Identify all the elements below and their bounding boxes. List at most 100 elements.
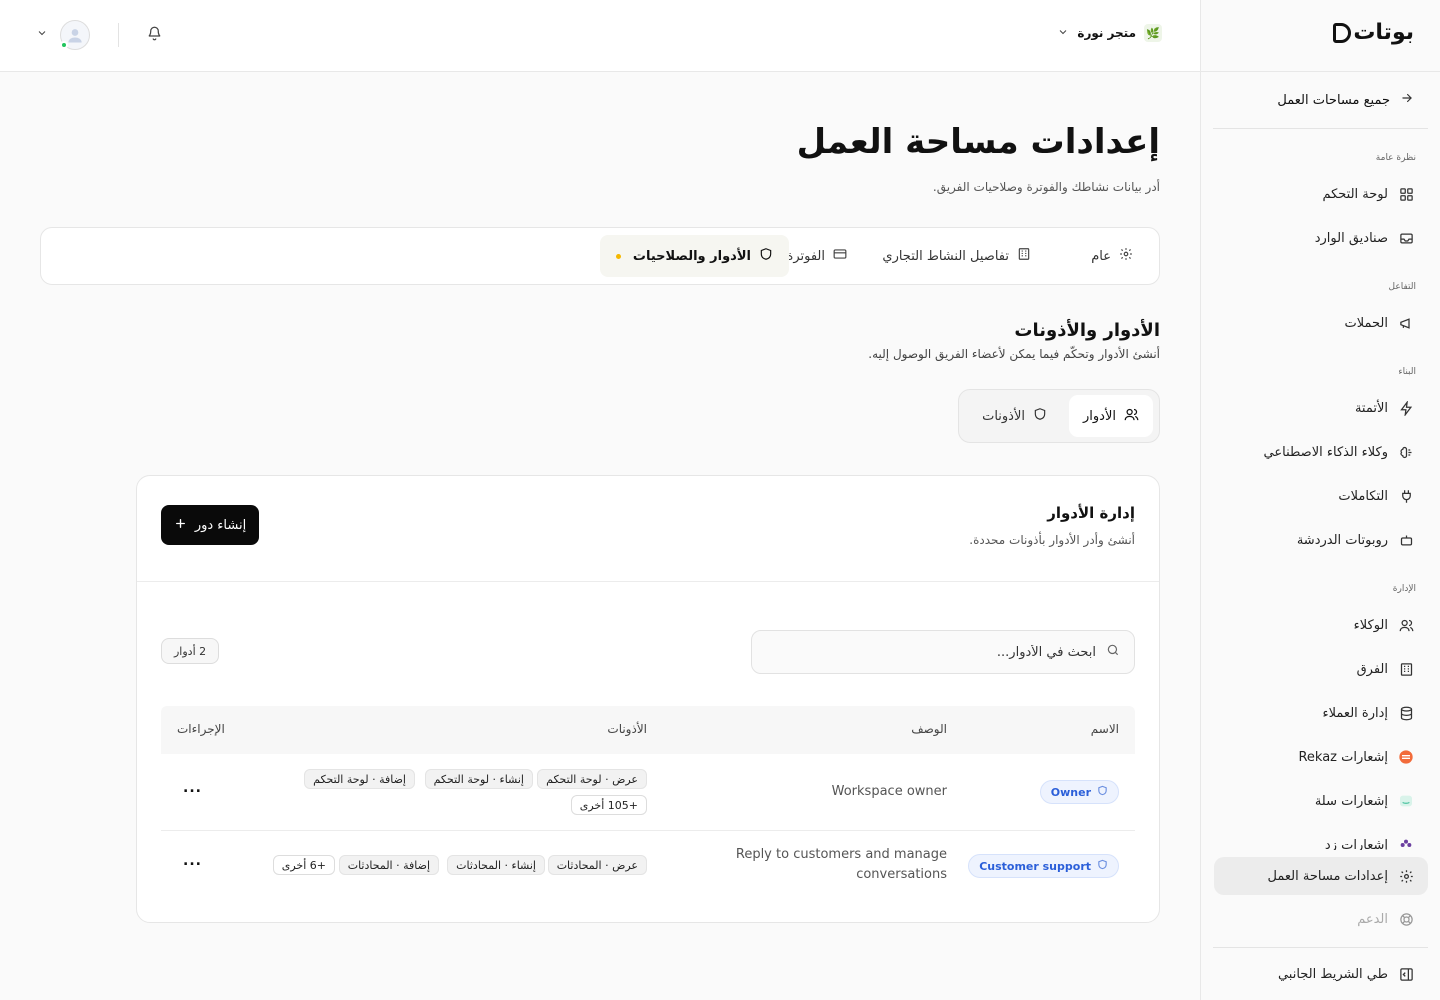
sidebar-item-label: إشعارات سلة: [1314, 793, 1388, 809]
permission-chip: عرض · لوحة التحكم: [537, 769, 647, 789]
roles-count-badge: 2 أدوار: [161, 638, 220, 664]
plus-icon: [174, 517, 187, 534]
building-icon: [1398, 661, 1414, 677]
page-subtitle: أدر بيانات نشاطك والفوترة وصلاحيات الفري…: [932, 180, 1160, 194]
sidebar-item-label: إدارة العملاء: [1322, 705, 1388, 721]
tab-label: الأدوار والصلاحيات: [632, 248, 751, 264]
more-permissions-chip[interactable]: +105 أخرى: [570, 795, 647, 815]
tab-general[interactable]: عام: [1075, 235, 1149, 277]
role-name: Owner: [1050, 785, 1091, 799]
permission-chip: إضافة · المحادثات: [338, 855, 439, 875]
sidebar-item-label: إعدادات مساحة العمل: [1267, 868, 1388, 884]
sidebar-item-label: إشعارات Rekaz: [1298, 749, 1388, 765]
sidebar-item-inboxes[interactable]: صناديق الوارد: [1214, 219, 1428, 257]
subtab-permissions[interactable]: الأذونات: [968, 395, 1061, 437]
zid-logo-icon: [1398, 837, 1414, 850]
row-actions-button[interactable]: ...: [183, 780, 202, 796]
plug-icon: [1398, 488, 1414, 504]
sidebar-item-chatbots[interactable]: روبوتات الدردشة: [1214, 521, 1428, 559]
section-engagement: التفاعل: [1388, 282, 1416, 292]
shield-icon: [1097, 785, 1108, 799]
sidebar-collapse-icon: [1398, 966, 1414, 982]
subtab-label: الأدوار: [1083, 408, 1116, 424]
bell-icon[interactable]: [147, 26, 162, 45]
role-name-badge[interactable]: Customer support: [968, 854, 1119, 878]
col-name: الاسم: [1090, 722, 1119, 736]
sidebar-item-ai-agents[interactable]: وكلاء الذكاء الاصطناعي: [1214, 433, 1428, 471]
sidebar-item-campaigns[interactable]: الحملات: [1214, 304, 1428, 342]
tab-business-details[interactable]: تفاصيل النشاط التجاري: [866, 235, 1047, 277]
role-name: Customer support: [979, 859, 1091, 873]
brain-icon: [1398, 444, 1414, 460]
all-workspaces-link[interactable]: جميع مساحات العمل: [1227, 88, 1414, 112]
search-icon: [1106, 643, 1120, 661]
subtab-roles[interactable]: الأدوار: [1069, 395, 1153, 437]
permission-chip: عرض · المحادثات: [547, 855, 647, 875]
role-name-badge[interactable]: Owner: [1039, 780, 1119, 804]
sidebar-item-label: الدعم: [1357, 911, 1388, 927]
sidebar-item-rekaz[interactable]: إشعارات Rekaz: [1214, 738, 1428, 776]
section-overview: نظرة عامة: [1375, 153, 1416, 163]
main-content: إعدادات مساحة العمل أدر بيانات نشاطك وال…: [0, 72, 1200, 1000]
sidebar-item-agents[interactable]: الوكلاء: [1214, 606, 1428, 644]
sidebar-item-label: صناديق الوارد: [1314, 230, 1388, 246]
table-row: Owner Workspace owner عرض · لوحة التحكم …: [161, 754, 1135, 831]
card-title: إدارة الأدوار: [1047, 504, 1135, 522]
create-role-button[interactable]: إنشاء دور: [161, 505, 259, 545]
sidebar-item-label: الفرق: [1356, 661, 1388, 677]
roles-table: الاسم الوصف الأذونات الإجراءات Owner Wor…: [161, 706, 1135, 901]
sidebar-item-label: الأتمتة: [1354, 400, 1388, 416]
sidebar-item-support[interactable]: الدعم: [1214, 900, 1428, 938]
tab-label: الفوترة: [786, 248, 825, 264]
more-permissions-chip[interactable]: +6 أخرى: [272, 855, 335, 875]
collapse-sidebar-button[interactable]: طي الشريط الجانبي: [1214, 955, 1428, 993]
sidebar-item-automation[interactable]: الأتمتة: [1214, 389, 1428, 427]
grid-icon: [1398, 186, 1414, 202]
sidebar-item-integrations[interactable]: التكاملات: [1214, 477, 1428, 515]
inbox-icon: [1398, 230, 1414, 246]
sidebar-item-salla[interactable]: إشعارات سلة: [1214, 782, 1428, 820]
sidebar: بوتات جميع مساحات العمل نظرة عامة لوحة ا…: [1200, 0, 1440, 1000]
search-input[interactable]: [776, 644, 1096, 660]
brand-logo[interactable]: بوتات: [1331, 20, 1414, 45]
roles-card: إدارة الأدوار أنشئ وأدر الأدوار بأذونات …: [136, 475, 1160, 923]
section-subtitle: أنشئ الأدوار وتحكّم فيما يمكن لأعضاء الف…: [868, 347, 1160, 361]
permission-chip: إضافة · لوحة التحكم: [304, 769, 415, 789]
sidebar-item-label: وكلاء الذكاء الاصطناعي: [1263, 444, 1388, 460]
sidebar-item-teams[interactable]: الفرق: [1214, 650, 1428, 688]
user-menu-chevron-icon[interactable]: [36, 27, 48, 43]
role-description: Workspace owner: [831, 784, 947, 799]
users-icon: [1124, 407, 1139, 426]
lifebuoy-icon: [1398, 911, 1414, 927]
store-name: متجر نورة: [1077, 26, 1136, 40]
roles-permissions-switch: الأدوار الأذونات: [958, 389, 1160, 443]
role-description: Reply to customers and manage conversati…: [727, 845, 947, 885]
shield-icon: [759, 247, 773, 265]
section-title: الأدوار والأذونات: [1014, 320, 1160, 341]
avatar[interactable]: [60, 20, 90, 50]
section-build: البناء: [1398, 367, 1416, 377]
permission-chip: إنشاء · المحادثات: [447, 855, 545, 875]
settings-tabs: عام تفاصيل النشاط التجاري الفوترة الأدوا…: [40, 227, 1160, 285]
users-icon: [1398, 617, 1414, 633]
store-switcher[interactable]: 🌿 متجر نورة: [1057, 24, 1162, 42]
megaphone-icon: [1398, 315, 1414, 331]
page-title: إعدادات مساحة العمل: [796, 122, 1160, 162]
role-description-line: conversations: [856, 867, 947, 882]
sidebar-item-zid[interactable]: إشعارات زد: [1214, 826, 1428, 850]
gear-icon: [1119, 247, 1133, 265]
col-description: الوصف: [911, 722, 947, 736]
create-role-label: إنشاء دور: [194, 517, 247, 533]
sidebar-item-label: إشعارات زد: [1324, 837, 1388, 851]
sidebar-item-label: الوكلاء: [1353, 617, 1388, 633]
section-admin: الإدارة: [1392, 584, 1416, 594]
tab-roles-permissions[interactable]: الأدوار والصلاحيات: [599, 235, 789, 277]
sidebar-item-dashboard[interactable]: لوحة التحكم: [1214, 175, 1428, 213]
role-search: [751, 630, 1135, 674]
row-actions-button[interactable]: ...: [183, 853, 202, 869]
sidebar-item-customers[interactable]: إدارة العملاء: [1214, 694, 1428, 732]
logo-text: بوتات: [1353, 20, 1414, 45]
table-header: الاسم الوصف الأذونات الإجراءات: [161, 706, 1135, 754]
logo-mark-icon: [1333, 22, 1352, 43]
sidebar-item-workspace-settings[interactable]: إعدادات مساحة العمل: [1214, 857, 1428, 895]
